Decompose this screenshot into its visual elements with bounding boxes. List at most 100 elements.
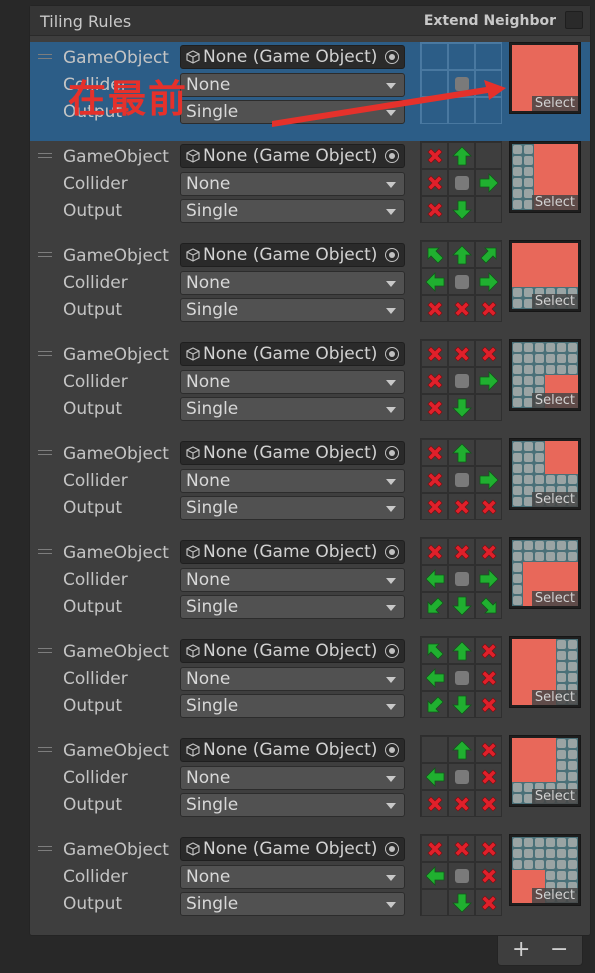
select-button[interactable]: Select — [531, 294, 578, 309]
neighbor-cell-5[interactable] — [475, 565, 502, 592]
gameobject-field[interactable]: None (Game Object) — [180, 144, 405, 168]
drag-handle-icon[interactable] — [38, 351, 52, 359]
sprite-preview[interactable]: Select — [509, 537, 581, 609]
sprite-preview[interactable]: Select — [509, 834, 581, 906]
gameobject-field[interactable]: None (Game Object) — [180, 342, 405, 366]
neighbor-cell-6[interactable] — [421, 97, 448, 124]
neighbor-cell-1[interactable] — [448, 340, 475, 367]
neighbor-cell-0[interactable] — [421, 835, 448, 862]
sprite-preview[interactable]: Select — [509, 339, 581, 411]
object-picker-icon[interactable] — [385, 446, 399, 460]
neighbor-cell-1[interactable] — [448, 736, 475, 763]
neighbor-cell-1[interactable] — [448, 835, 475, 862]
select-button[interactable]: Select — [531, 789, 578, 804]
neighbor-cell-7[interactable] — [448, 196, 475, 223]
select-button[interactable]: Select — [531, 195, 578, 210]
collider-dropdown[interactable]: None — [180, 568, 405, 592]
gameobject-field[interactable]: None (Game Object) — [180, 441, 405, 465]
neighbor-cell-7[interactable] — [448, 97, 475, 124]
neighbor-cell-3[interactable] — [421, 268, 448, 295]
sprite-preview[interactable]: Select — [509, 42, 581, 114]
neighbor-cell-1[interactable] — [448, 538, 475, 565]
neighbor-cell-4[interactable] — [448, 862, 475, 889]
output-dropdown[interactable]: Single — [180, 595, 405, 619]
neighbor-cell-7[interactable] — [448, 790, 475, 817]
drag-handle-icon[interactable] — [38, 549, 52, 557]
neighbor-cell-2[interactable] — [475, 736, 502, 763]
output-dropdown[interactable]: Single — [180, 397, 405, 421]
drag-handle-icon[interactable] — [38, 153, 52, 161]
collider-dropdown[interactable]: None — [180, 172, 405, 196]
object-picker-icon[interactable] — [385, 347, 399, 361]
neighbor-cell-7[interactable] — [448, 691, 475, 718]
neighbor-cell-6[interactable] — [421, 493, 448, 520]
tiling-rule-4[interactable]: GameObject None (Game Object) Collider N… — [30, 339, 590, 438]
object-picker-icon[interactable] — [385, 842, 399, 856]
neighbor-cell-1[interactable] — [448, 142, 475, 169]
neighbor-cell-0[interactable] — [421, 142, 448, 169]
neighbor-cell-6[interactable] — [421, 196, 448, 223]
gameobject-field[interactable]: None (Game Object) — [180, 837, 405, 861]
neighbor-cell-8[interactable] — [475, 691, 502, 718]
neighbor-cell-8[interactable] — [475, 394, 502, 421]
neighbor-cell-4[interactable] — [448, 367, 475, 394]
output-dropdown[interactable]: Single — [180, 892, 405, 916]
object-picker-icon[interactable] — [385, 50, 399, 64]
neighbor-cell-1[interactable] — [448, 43, 475, 70]
neighbor-cell-1[interactable] — [448, 241, 475, 268]
add-rule-button[interactable]: + — [512, 937, 530, 962]
neighbor-cell-4[interactable] — [448, 664, 475, 691]
sprite-preview[interactable]: Select — [509, 141, 581, 213]
drag-handle-icon[interactable] — [38, 252, 52, 260]
neighbor-cell-2[interactable] — [475, 835, 502, 862]
neighbor-cell-7[interactable] — [448, 592, 475, 619]
neighbor-cell-5[interactable] — [475, 664, 502, 691]
neighbor-cell-3[interactable] — [421, 763, 448, 790]
extend-neighbor-checkbox[interactable] — [565, 11, 583, 29]
neighbor-cell-2[interactable] — [475, 340, 502, 367]
neighbor-cell-2[interactable] — [475, 538, 502, 565]
neighbor-cell-8[interactable] — [475, 592, 502, 619]
drag-handle-icon[interactable] — [38, 846, 52, 854]
neighbor-cell-8[interactable] — [475, 97, 502, 124]
select-button[interactable]: Select — [531, 393, 578, 408]
neighbor-cell-3[interactable] — [421, 466, 448, 493]
neighbor-cell-4[interactable] — [448, 565, 475, 592]
neighbor-cell-5[interactable] — [475, 763, 502, 790]
object-picker-icon[interactable] — [385, 149, 399, 163]
tiling-rule-5[interactable]: GameObject None (Game Object) Collider N… — [30, 438, 590, 537]
neighbor-cell-8[interactable] — [475, 493, 502, 520]
tiling-rule-3[interactable]: GameObject None (Game Object) Collider N… — [30, 240, 590, 339]
gameobject-field[interactable]: None (Game Object) — [180, 738, 405, 762]
neighbor-cell-4[interactable] — [448, 268, 475, 295]
neighbor-cell-0[interactable] — [421, 637, 448, 664]
neighbor-cell-1[interactable] — [448, 637, 475, 664]
sprite-preview[interactable]: Select — [509, 735, 581, 807]
sprite-preview[interactable]: Select — [509, 240, 581, 312]
drag-handle-icon[interactable] — [38, 747, 52, 755]
neighbor-cell-6[interactable] — [421, 295, 448, 322]
tiling-rule-2[interactable]: GameObject None (Game Object) Collider N… — [30, 141, 590, 240]
neighbor-cell-5[interactable] — [475, 466, 502, 493]
sprite-preview[interactable]: Select — [509, 438, 581, 510]
collider-dropdown[interactable]: None — [180, 73, 405, 97]
neighbor-cell-1[interactable] — [448, 439, 475, 466]
neighbor-cell-7[interactable] — [448, 295, 475, 322]
neighbor-cell-7[interactable] — [448, 394, 475, 421]
neighbor-cell-0[interactable] — [421, 241, 448, 268]
neighbor-cell-8[interactable] — [475, 295, 502, 322]
remove-rule-button[interactable]: − — [550, 937, 568, 962]
object-picker-icon[interactable] — [385, 743, 399, 757]
output-dropdown[interactable]: Single — [180, 793, 405, 817]
collider-dropdown[interactable]: None — [180, 271, 405, 295]
neighbor-cell-5[interactable] — [475, 862, 502, 889]
neighbor-cell-6[interactable] — [421, 691, 448, 718]
object-picker-icon[interactable] — [385, 545, 399, 559]
neighbor-cell-3[interactable] — [421, 565, 448, 592]
neighbor-cell-4[interactable] — [448, 763, 475, 790]
neighbor-cell-8[interactable] — [475, 790, 502, 817]
neighbor-cell-3[interactable] — [421, 169, 448, 196]
object-picker-icon[interactable] — [385, 644, 399, 658]
select-button[interactable]: Select — [531, 96, 578, 111]
output-dropdown[interactable]: Single — [180, 496, 405, 520]
